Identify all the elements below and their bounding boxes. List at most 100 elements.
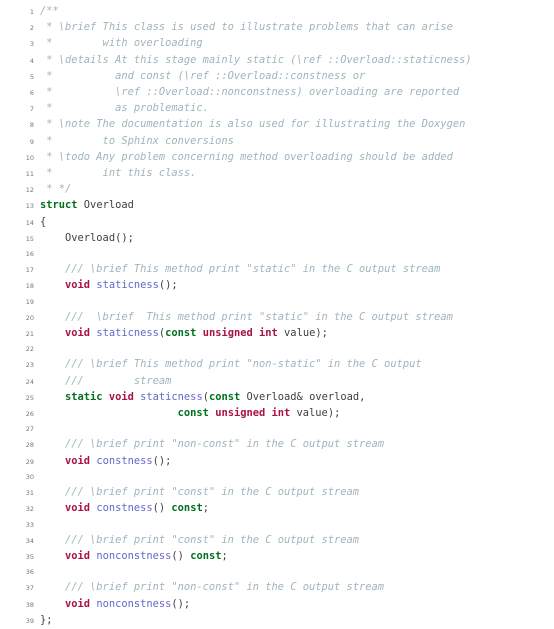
code-line: 11 * int this class. bbox=[0, 166, 554, 182]
code-token: const bbox=[208, 390, 241, 403]
code-line-content: /// \brief print "const" in the C output… bbox=[40, 485, 554, 501]
line-number: 15 bbox=[25, 234, 34, 243]
code-line-content: * \ref ::Overload::nonconstness) overloa… bbox=[40, 85, 554, 101]
code-token: const bbox=[171, 502, 203, 515]
code-line: 3 * with overloading bbox=[0, 36, 554, 52]
code-line: 9 * to Sphinx conversions bbox=[0, 134, 554, 150]
code-listing: 1 /** 2 * \brief This class is used to ill… bbox=[0, 0, 554, 626]
code-line: 27 bbox=[0, 422, 554, 437]
code-token: nonconstness bbox=[96, 597, 172, 610]
code-token: * \details At this stage mainly static (… bbox=[40, 53, 472, 66]
code-token: value); bbox=[277, 327, 328, 340]
line-number: 5 bbox=[29, 72, 34, 81]
line-number: 16 bbox=[25, 250, 34, 259]
code-token: /// \brief This method print "non-static… bbox=[40, 358, 422, 371]
code-line: 30 bbox=[0, 470, 554, 485]
code-line: 14 { bbox=[0, 215, 554, 231]
code-line-content: Overload(); bbox=[40, 231, 554, 247]
code-line: 10 * \todo Any problem concerning method… bbox=[0, 150, 554, 166]
line-number: 9 bbox=[29, 137, 34, 146]
code-line-content: struct Overload bbox=[40, 198, 554, 214]
code-token: Overload bbox=[77, 199, 134, 212]
code-token: /// \brief This method print "static" in… bbox=[40, 263, 441, 276]
code-line-content: void nonconstness() const; bbox=[40, 549, 554, 565]
code-line-content: * \todo Any problem concerning method ov… bbox=[40, 150, 554, 166]
code-token: const bbox=[177, 407, 209, 420]
code-token: * with overloading bbox=[40, 37, 203, 50]
code-line: 36 bbox=[0, 565, 554, 580]
code-line-content: /// \brief This method print "static" in… bbox=[40, 262, 554, 278]
code-line: 24 /// stream bbox=[0, 374, 554, 390]
code-line: 12 * */ bbox=[0, 182, 554, 198]
code-line-content: void staticness(); bbox=[40, 278, 554, 294]
line-number: 17 bbox=[25, 266, 34, 275]
code-line-content: * */ bbox=[40, 182, 554, 198]
line-number: 39 bbox=[25, 616, 34, 625]
line-number: 7 bbox=[29, 105, 34, 114]
code-table: 1 /** 2 * \brief This class is used to ill… bbox=[0, 4, 554, 629]
code-line: 25 static void staticness(const Overload… bbox=[0, 390, 554, 406]
code-line: 16 bbox=[0, 247, 554, 262]
code-line-content: * \note The documentation is also used f… bbox=[40, 117, 554, 133]
code-token: unsigned bbox=[202, 327, 253, 340]
code-line: 20 /// \brief This method print "static"… bbox=[0, 310, 554, 326]
line-number: 28 bbox=[25, 441, 34, 450]
code-token: (); bbox=[152, 454, 172, 467]
code-token: * to Sphinx conversions bbox=[40, 134, 234, 147]
code-line-content bbox=[40, 342, 554, 357]
code-token: ; bbox=[221, 549, 228, 562]
code-token: () bbox=[171, 549, 191, 562]
line-number: 29 bbox=[25, 457, 34, 466]
code-line-content: void nonconstness(); bbox=[40, 597, 554, 613]
code-line-content: /// \brief print "non-const" in the C ou… bbox=[40, 437, 554, 453]
line-number: 10 bbox=[25, 153, 34, 162]
code-line: 2 * \brief This class is used to illustr… bbox=[0, 20, 554, 36]
code-line: 18 void staticness(); bbox=[0, 278, 554, 294]
line-number: 32 bbox=[25, 505, 34, 514]
code-line-content bbox=[40, 422, 554, 437]
code-token: void bbox=[108, 390, 134, 403]
code-token: /// \brief print "const" in the C output… bbox=[40, 486, 360, 499]
code-line-content: * int this class. bbox=[40, 166, 554, 182]
code-line-content: void constness(); bbox=[40, 454, 554, 470]
code-lines: 1 /** 2 * \brief This class is used to ill… bbox=[0, 4, 554, 629]
code-token: void bbox=[65, 454, 91, 467]
code-line-content: /** bbox=[40, 4, 554, 20]
line-number: 2 bbox=[29, 24, 34, 33]
code-token: * \todo Any problem concerning method ov… bbox=[40, 150, 453, 163]
line-number: 13 bbox=[25, 202, 34, 211]
code-token: * \ref ::Overload::nonconstness) overloa… bbox=[40, 86, 460, 99]
code-token: * and const (\ref ::Overload::constness … bbox=[40, 69, 366, 82]
line-number: 38 bbox=[25, 600, 34, 609]
code-line-content: }; bbox=[40, 613, 554, 629]
line-number: 18 bbox=[25, 282, 34, 291]
code-line: 39}; bbox=[0, 613, 554, 629]
code-line: 22 bbox=[0, 342, 554, 357]
code-token: }; bbox=[40, 613, 53, 626]
code-line-content bbox=[40, 470, 554, 485]
line-number: 21 bbox=[25, 330, 34, 339]
code-token: /** bbox=[40, 5, 59, 17]
line-number: 26 bbox=[25, 410, 34, 419]
code-line-content: void constness() const; bbox=[40, 501, 554, 517]
code-line-content: * to Sphinx conversions bbox=[40, 134, 554, 150]
code-token: void bbox=[65, 597, 91, 610]
code-token: void bbox=[65, 327, 91, 340]
code-token: int bbox=[271, 407, 291, 420]
code-line: 5 * and const (\ref ::Overload::constnes… bbox=[0, 69, 554, 85]
code-token: const bbox=[190, 549, 222, 562]
code-token: /// \brief This method print "static" in… bbox=[40, 310, 453, 323]
line-number: 31 bbox=[25, 489, 34, 498]
line-number: 6 bbox=[29, 89, 34, 98]
line-number: 19 bbox=[25, 297, 34, 306]
code-line-content: * and const (\ref ::Overload::constness … bbox=[40, 69, 554, 85]
code-line: 26 const unsigned int value); bbox=[0, 406, 554, 422]
code-token: void bbox=[65, 502, 91, 515]
code-line: 23 /// \brief This method print "non-sta… bbox=[0, 357, 554, 373]
code-line-content: /// \brief This method print "non-static… bbox=[40, 357, 554, 373]
